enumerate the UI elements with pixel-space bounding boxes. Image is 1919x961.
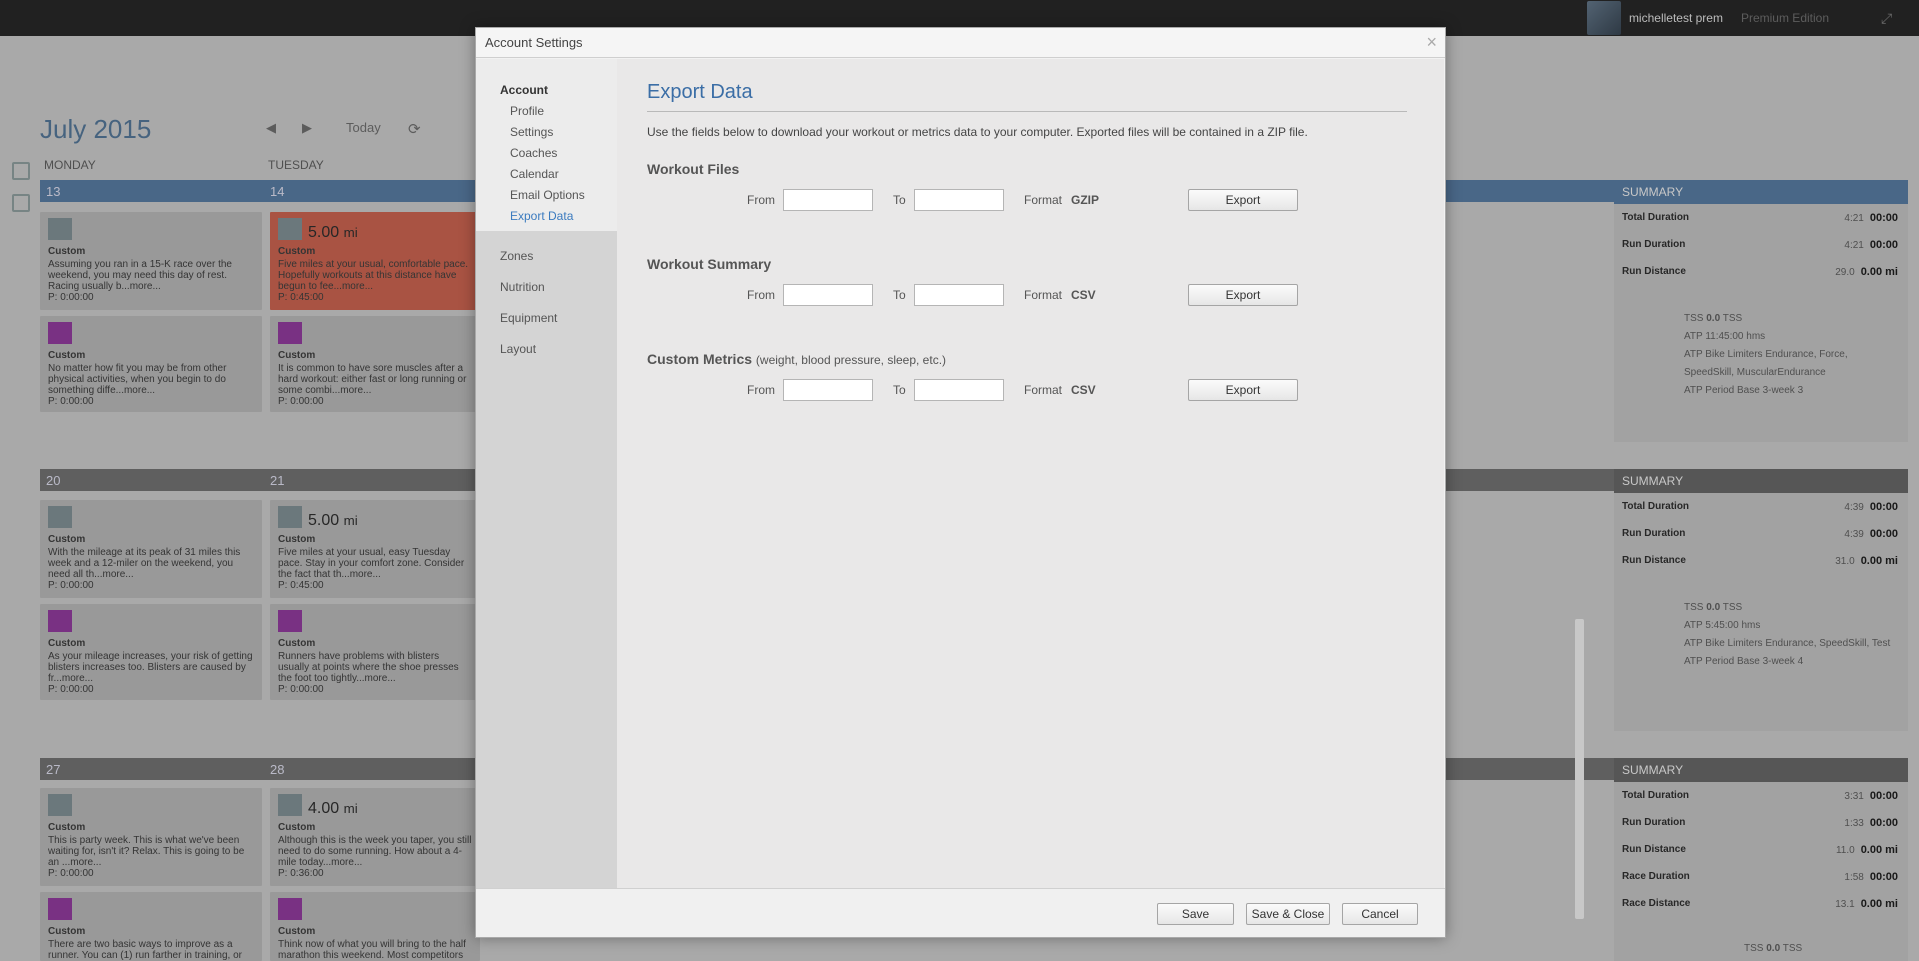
dialog-title: Account Settings [485,35,583,50]
custom-metrics-to-field[interactable] [914,379,1004,401]
format-label: Format [1024,193,1063,207]
nav-email-options[interactable]: Email Options [510,188,585,202]
custom-metrics-from-field[interactable] [783,379,873,401]
nav-export-data[interactable]: Export Data [510,209,573,223]
export-workout-files-button[interactable]: Export [1188,189,1298,211]
from-label: From [747,193,775,207]
to-label: To [893,193,906,207]
page-title: Export Data [647,81,753,103]
nav-layout[interactable]: Layout [500,342,536,356]
nav-account[interactable]: Account [500,83,548,97]
nav-nutrition[interactable]: Nutrition [500,280,545,294]
title-divider [647,111,1407,112]
to-label: To [893,383,906,397]
close-icon[interactable]: × [1426,32,1437,53]
section-title: Custom Metrics (weight, blood pressure, … [647,351,947,367]
section-title: Workout Summary [647,256,772,272]
format-label: Format [1024,288,1063,302]
export-data-panel: Export Data Use the fields below to down… [617,59,1584,919]
format-value: CSV [1071,383,1096,397]
section-title: Workout Files [647,161,740,177]
cancel-button[interactable]: Cancel [1342,903,1418,925]
nav-coaches[interactable]: Coaches [510,146,557,160]
workout-files-from-field[interactable] [783,189,873,211]
account-group: Account Profile Settings Coaches Calenda… [476,59,617,231]
account-settings-dialog: Account Settings × Account Profile Setti… [475,27,1584,938]
to-label: To [893,288,906,302]
nav-profile[interactable]: Profile [510,104,544,118]
format-value: GZIP [1071,193,1100,207]
nav-equipment[interactable]: Equipment [500,311,557,325]
nav-calendar[interactable]: Calendar [510,167,559,181]
workout-summary-from-field[interactable] [783,284,873,306]
from-label: From [747,383,775,397]
export-custom-metrics-button[interactable]: Export [1188,379,1298,401]
dialog-header: Account Settings × [476,28,1445,58]
format-label: Format [1024,383,1063,397]
settings-nav: Account Profile Settings Coaches Calenda… [476,59,617,888]
workout-files-to-field[interactable] [914,189,1004,211]
save-close-button[interactable]: Save & Close [1246,903,1330,925]
save-button[interactable]: Save [1157,903,1234,925]
dialog-footer: Save Save & Close Cancel [476,888,1445,937]
workout-summary-to-field[interactable] [914,284,1004,306]
export-description: Use the fields below to download your wo… [647,125,1308,139]
export-workout-summary-button[interactable]: Export [1188,284,1298,306]
format-value: CSV [1071,288,1096,302]
content-scrollbar[interactable] [1575,619,1584,919]
nav-zones[interactable]: Zones [500,249,533,263]
from-label: From [747,288,775,302]
nav-settings[interactable]: Settings [510,125,553,139]
